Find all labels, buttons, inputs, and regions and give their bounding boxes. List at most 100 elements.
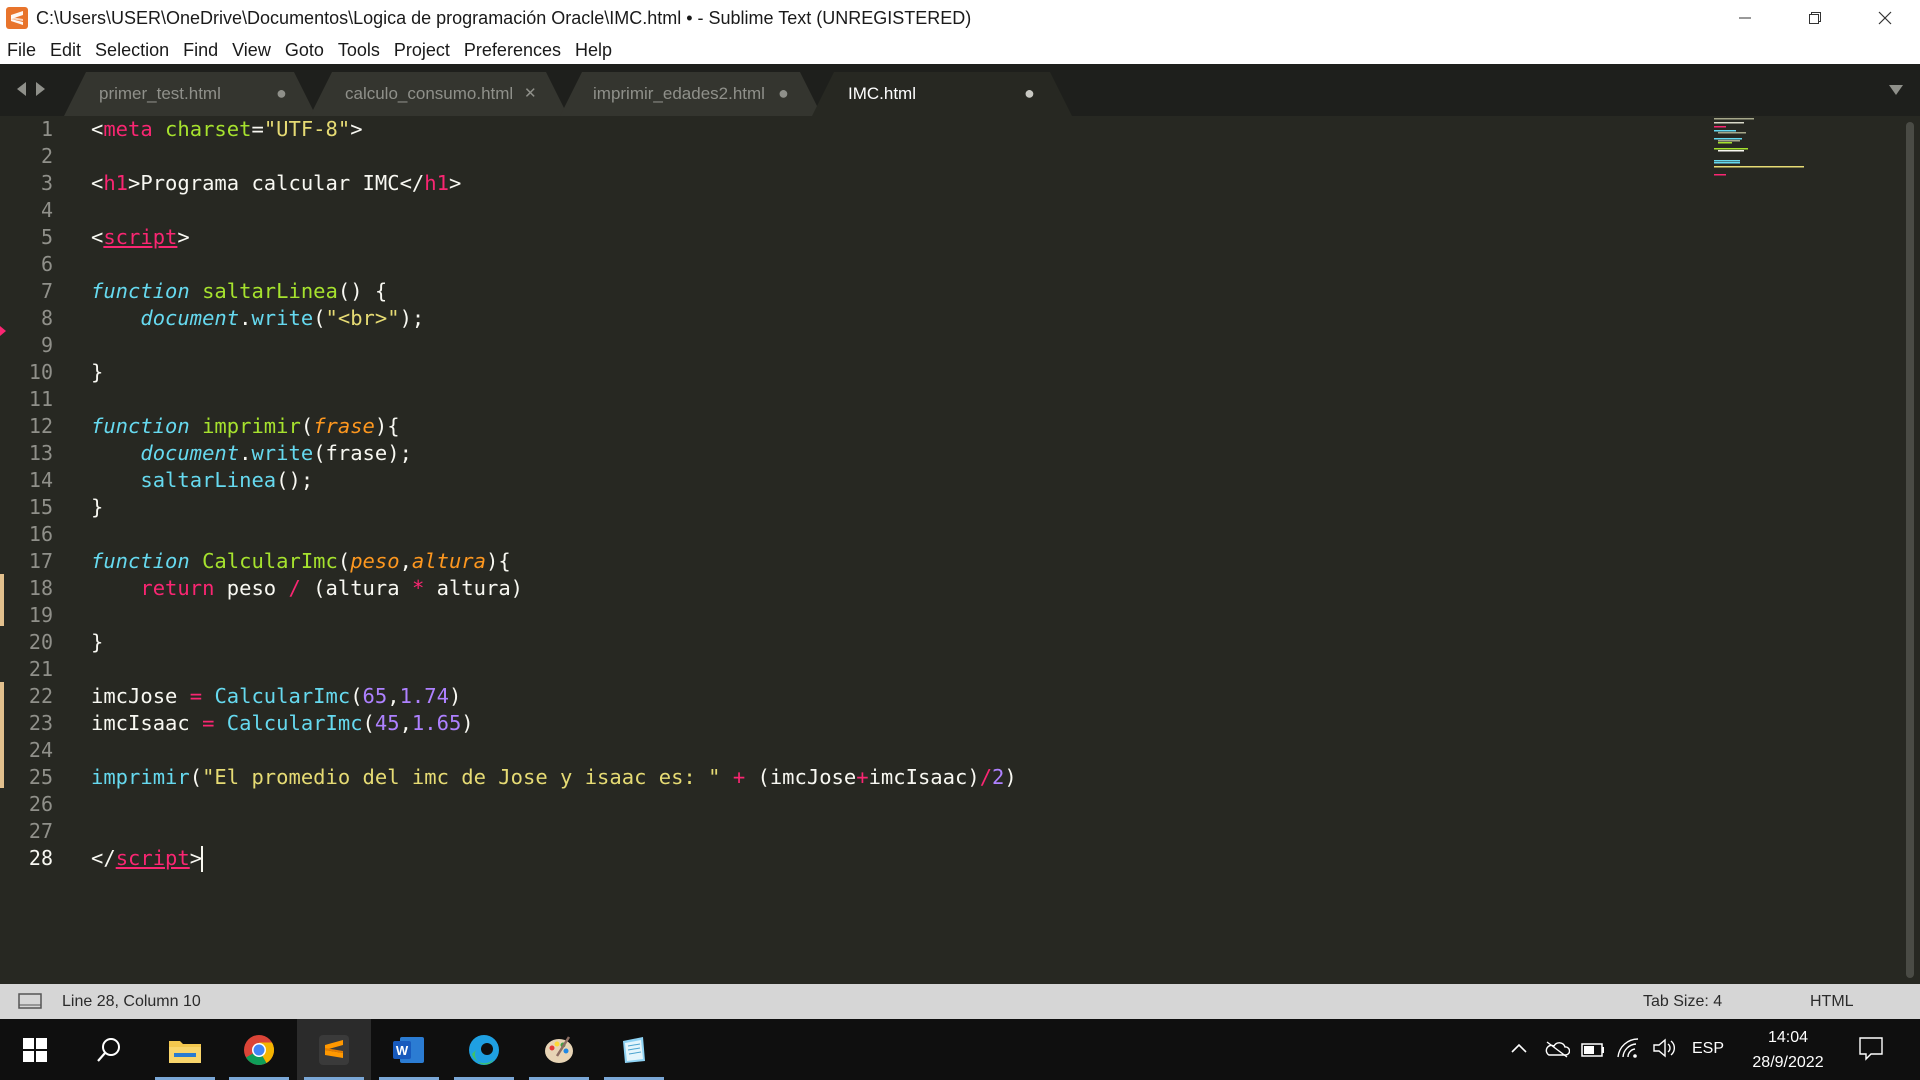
line-number: 12 [28, 414, 53, 438]
menu-preferences[interactable]: Preferences [464, 40, 561, 61]
menu-selection[interactable]: Selection [95, 40, 169, 61]
operator: + [856, 765, 869, 789]
tag-bracket: </ [91, 846, 116, 870]
battery-charging-icon[interactable] [1580, 1039, 1606, 1059]
menu-view[interactable]: View [232, 40, 271, 61]
text-caret [201, 846, 203, 872]
punctuation: (); [276, 468, 314, 492]
notepad-button[interactable] [597, 1019, 671, 1080]
status-bar: Line 28, Column 10 Tab Size: 4 HTML [0, 984, 1920, 1019]
punctuation: (frase); [313, 441, 412, 465]
line-number: 19 [28, 603, 53, 627]
modified-dot-icon[interactable]: ● [276, 83, 287, 104]
code-line: imcIsaac = CalcularImc(45,1.65) [91, 710, 474, 737]
vertical-scrollbar[interactable] [1902, 116, 1920, 984]
line-number: 8 [40, 306, 53, 330]
menu-find[interactable]: Find [183, 40, 218, 61]
start-button[interactable] [0, 1019, 70, 1080]
punctuation: } [91, 495, 104, 519]
tag-bracket: < [91, 171, 104, 195]
tab-label: imprimir_edades2.html [593, 84, 765, 103]
punctuation: ( [350, 684, 363, 708]
tab-calculo-consumo[interactable]: calculo_consumo.html ✕ [310, 72, 568, 116]
wifi-icon[interactable] [1616, 1037, 1640, 1059]
close-button[interactable] [1850, 0, 1920, 36]
paint-button[interactable] [522, 1019, 596, 1080]
tab-size-indicator[interactable]: Tab Size: 4 [1643, 984, 1722, 1019]
method-call: write [251, 306, 314, 330]
restore-button[interactable] [1780, 0, 1850, 36]
clock[interactable]: 14:04 28/9/2022 [1740, 1025, 1836, 1075]
code-line: return peso / (altura * altura) [91, 575, 523, 602]
tag-bracket: > [448, 171, 462, 195]
modified-dot-icon[interactable]: ● [1024, 83, 1035, 104]
chevron-up-icon[interactable] [1510, 1041, 1528, 1055]
nav-right-icon[interactable] [34, 80, 48, 98]
punctuation: () { [337, 279, 388, 303]
chrome-button[interactable] [222, 1019, 296, 1080]
line-number: 13 [28, 441, 53, 465]
identifier: imcIsaac) [868, 765, 980, 789]
line-number: 9 [40, 333, 53, 357]
keyword: return [140, 576, 215, 600]
cursor-position: Line 28, Column 10 [62, 992, 201, 1010]
minimize-button[interactable] [1710, 0, 1780, 36]
edge-button[interactable] [447, 1019, 521, 1080]
code-line: imcJose = CalcularImc(65,1.74) [91, 683, 461, 710]
tab-imc[interactable]: IMC.html ● [812, 72, 1072, 116]
input-language-indicator[interactable]: ESP [1692, 1040, 1724, 1058]
line-number: 16 [28, 522, 53, 546]
function-name: saltarLinea [189, 279, 338, 303]
tab-imprimir-edades2[interactable]: imprimir_edades2.html ● [560, 72, 822, 116]
clock-date: 28/9/2022 [1752, 1054, 1824, 1071]
tab-bar: primer_test.html ● calculo_consumo.html … [0, 64, 1920, 116]
function-call: imprimir [91, 765, 190, 789]
notepad-icon [623, 1036, 645, 1063]
tab-dropdown-icon[interactable] [1888, 84, 1904, 96]
punctuation: , [387, 684, 400, 708]
minimap[interactable] [1712, 116, 1822, 206]
code-line: } [91, 629, 103, 656]
scrollbar-thumb[interactable] [1906, 122, 1914, 978]
tab-primer-test[interactable]: primer_test.html ● [64, 72, 316, 116]
menu-edit[interactable]: Edit [50, 40, 81, 61]
menu-file[interactable]: File [7, 40, 36, 61]
method-call: write [251, 441, 314, 465]
menu-help[interactable]: Help [575, 40, 612, 61]
code-line: saltarLinea(); [91, 467, 313, 494]
notifications-icon[interactable] [1858, 1035, 1884, 1061]
menu-project[interactable]: Project [394, 40, 450, 61]
menu-goto[interactable]: Goto [285, 40, 324, 61]
search-icon [97, 1037, 120, 1062]
menu-tools[interactable]: Tools [338, 40, 380, 61]
code-line: document.write("<br>"); [91, 305, 424, 332]
word-button[interactable]: W [372, 1019, 446, 1080]
punctuation: ) [1004, 765, 1017, 789]
string-literal: "<br>" [325, 306, 400, 330]
sublime-text-taskbar-button[interactable] [297, 1019, 371, 1080]
clock-time: 14:04 [1767, 1029, 1809, 1046]
punctuation: ){ [485, 549, 511, 573]
punctuation: ( [337, 549, 351, 573]
volume-icon[interactable] [1652, 1037, 1676, 1059]
windows-taskbar: W ESP 14:04 28/9/2022 [0, 1019, 1920, 1080]
window-title: C:\Users\USER\OneDrive\Documentos\Logica… [36, 7, 972, 28]
search-button[interactable] [72, 1019, 146, 1080]
syntax-indicator[interactable]: HTML [1810, 984, 1854, 1019]
close-tab-icon[interactable]: ✕ [524, 84, 537, 102]
nav-left-icon[interactable] [14, 80, 28, 98]
function-call: CalcularImc [226, 711, 363, 735]
code-line: } [91, 494, 103, 521]
console-toggle-icon[interactable] [18, 992, 42, 1011]
punctuation: } [91, 630, 104, 654]
code-editor[interactable]: 1 2 3 4 5 6 7 8 9 10 11 12 13 14 15 16 1… [0, 116, 1920, 984]
tag-name: script [115, 846, 190, 870]
modified-dot-icon[interactable]: ● [778, 83, 789, 104]
line-number: 25 [28, 765, 53, 789]
line-number: 11 [28, 387, 53, 411]
operator: / [979, 765, 993, 789]
file-explorer-button[interactable] [148, 1019, 222, 1080]
punctuation: . [239, 441, 252, 465]
line-number: 20 [28, 630, 53, 654]
onedrive-icon[interactable] [1544, 1039, 1570, 1059]
